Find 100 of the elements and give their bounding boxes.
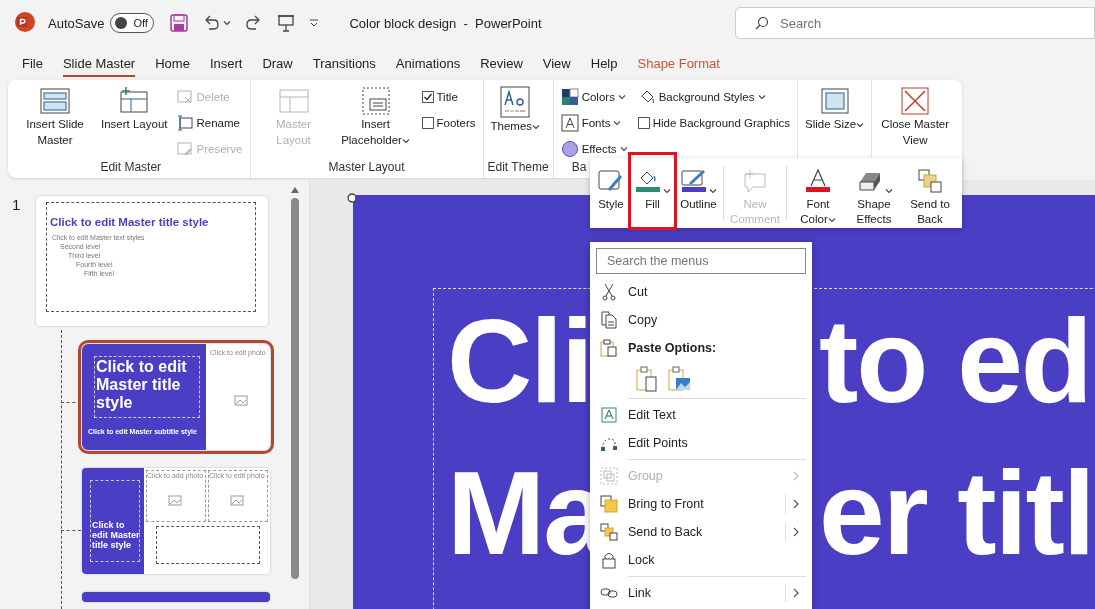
menu-item[interactable]: Edit Points: [596, 429, 806, 457]
slide-title-text: er titl: [819, 447, 1094, 579]
layout-icon: [118, 86, 151, 116]
slide-thumbnail[interactable]: [82, 592, 270, 602]
group-label: Edit Theme: [487, 160, 549, 174]
caret-icon: [827, 217, 836, 223]
delete-icon: [177, 89, 194, 105]
clipboard-icon: [600, 339, 618, 357]
checkbox-option[interactable]: Title: [418, 86, 479, 108]
ribbon-button[interactable]: Colors: [557, 86, 631, 108]
ribbon-tab[interactable]: Transitions: [302, 49, 386, 77]
menu-item[interactable]: Lock: [596, 546, 806, 574]
menu-item[interactable]: Edit Text: [596, 401, 806, 429]
scrollbar-thumb[interactable]: [291, 198, 299, 579]
caret-icon: [223, 20, 232, 26]
ribbon-tab[interactable]: Shape Format: [627, 49, 730, 77]
ribbon-button[interactable]: Background Styles: [634, 86, 794, 108]
toolbar-button[interactable]: Fill: [628, 152, 677, 230]
checkbox[interactable]: [421, 117, 434, 129]
thumbnail-title: Click to edit Master title style: [92, 520, 141, 550]
preserve-icon: [177, 141, 194, 157]
ribbon-tab[interactable]: Slide Master: [52, 49, 146, 77]
font-icon: [560, 114, 579, 132]
menu-item[interactable]: Copy: [596, 306, 806, 334]
rename-icon: [177, 115, 194, 131]
menu-section-header: Paste Options:: [628, 341, 718, 355]
selection-handle-icon: [347, 193, 357, 203]
caret-icon: [401, 138, 410, 144]
autosave-toggle[interactable]: Off: [110, 13, 155, 33]
ribbon-tab[interactable]: View: [532, 49, 581, 77]
slide-title-text: Cli: [447, 295, 592, 427]
group-label: Edit Master: [100, 160, 162, 174]
caret-icon: [884, 188, 893, 194]
thumbnail-title: Click to edit Master title style: [50, 216, 209, 228]
caret-icon: [617, 94, 626, 100]
caret-icon: [613, 120, 622, 126]
ribbon-tab[interactable]: Help: [580, 49, 628, 77]
slide-master-icon: [39, 86, 71, 116]
checkbox[interactable]: [637, 117, 650, 129]
ribbon-tab[interactable]: Animations: [385, 49, 471, 77]
layout-icon: [277, 86, 310, 116]
checkbox-option[interactable]: Hide Background Graphics: [634, 112, 794, 134]
themes-icon: [499, 86, 532, 118]
slide-size-icon: [818, 86, 851, 116]
group-label: Ba: [571, 160, 587, 174]
style-icon: [597, 168, 625, 194]
caret-icon: [532, 124, 541, 130]
chevron-right-icon: [792, 527, 800, 537]
picture-icon: [234, 395, 248, 406]
menu-item[interactable]: Bring to Front: [596, 490, 806, 518]
autosave-label: AutoSave: [48, 15, 105, 31]
bring-to-front-icon: [600, 495, 618, 513]
ribbon-button[interactable]: Insert Layout: [98, 84, 171, 160]
presentation-icon: [277, 14, 296, 32]
menu-item[interactable]: Link: [596, 579, 806, 607]
picture-icon: [230, 495, 244, 506]
paste-picture-icon: [668, 366, 692, 392]
color-swatch-icon: [560, 88, 579, 106]
paste-icon: [636, 366, 660, 392]
ribbon-button[interactable]: Close Master View: [876, 84, 955, 160]
save-icon: [170, 14, 189, 32]
caret-icon: [663, 188, 671, 194]
send-to-back-icon: [600, 523, 618, 541]
search-field[interactable]: Search: [735, 7, 1095, 39]
ribbon-button[interactable]: Rename: [174, 112, 246, 134]
ribbon-tab[interactable]: File: [12, 49, 53, 77]
ribbon-tab[interactable]: Home: [145, 49, 200, 77]
ribbon-tab[interactable]: Review: [470, 49, 533, 77]
menu-item[interactable]: Cut: [596, 278, 806, 306]
close-icon: [899, 86, 932, 116]
ribbon-button[interactable]: Themes: [487, 84, 544, 160]
ribbon-button[interactable]: Insert Placeholder: [336, 84, 415, 160]
chevron-right-icon: [792, 499, 800, 509]
app-logo-icon: [14, 10, 36, 33]
scroll-up-icon: [290, 186, 300, 194]
chevron-right-icon: [792, 588, 800, 598]
comment-icon: [741, 168, 769, 194]
menu-search-field[interactable]: Search the menus: [596, 248, 806, 274]
ribbon-tab[interactable]: Draw: [252, 49, 303, 77]
ribbon-button[interactable]: Insert Slide Master: [16, 84, 94, 160]
menu-item[interactable]: Send to Back: [596, 518, 806, 546]
checkbox-option[interactable]: Footers: [418, 112, 479, 134]
text-box-icon: [600, 406, 618, 424]
send-to-back-icon: [917, 168, 943, 194]
checkmark-icon: [422, 92, 433, 102]
caret-icon: [757, 94, 766, 100]
group-label: Master Layout: [328, 160, 405, 174]
window-title: Color block design - PowerPoint: [349, 15, 542, 31]
ribbon-button[interactable]: Effects: [557, 138, 631, 160]
caret-icon: [619, 146, 628, 152]
customize-icon: [309, 18, 320, 28]
ribbon-button[interactable]: Fonts: [557, 112, 631, 134]
ribbon-tab[interactable]: Insert: [199, 49, 253, 77]
slide-title-text: to ed: [819, 295, 1091, 427]
thumbnail-title: Click to edit Master title style: [96, 358, 188, 412]
slide-number: 1: [11, 196, 22, 215]
pencil-icon: [680, 168, 708, 194]
caret-icon: [709, 188, 717, 194]
checkbox[interactable]: [421, 91, 434, 103]
font-color-icon: [804, 168, 832, 194]
